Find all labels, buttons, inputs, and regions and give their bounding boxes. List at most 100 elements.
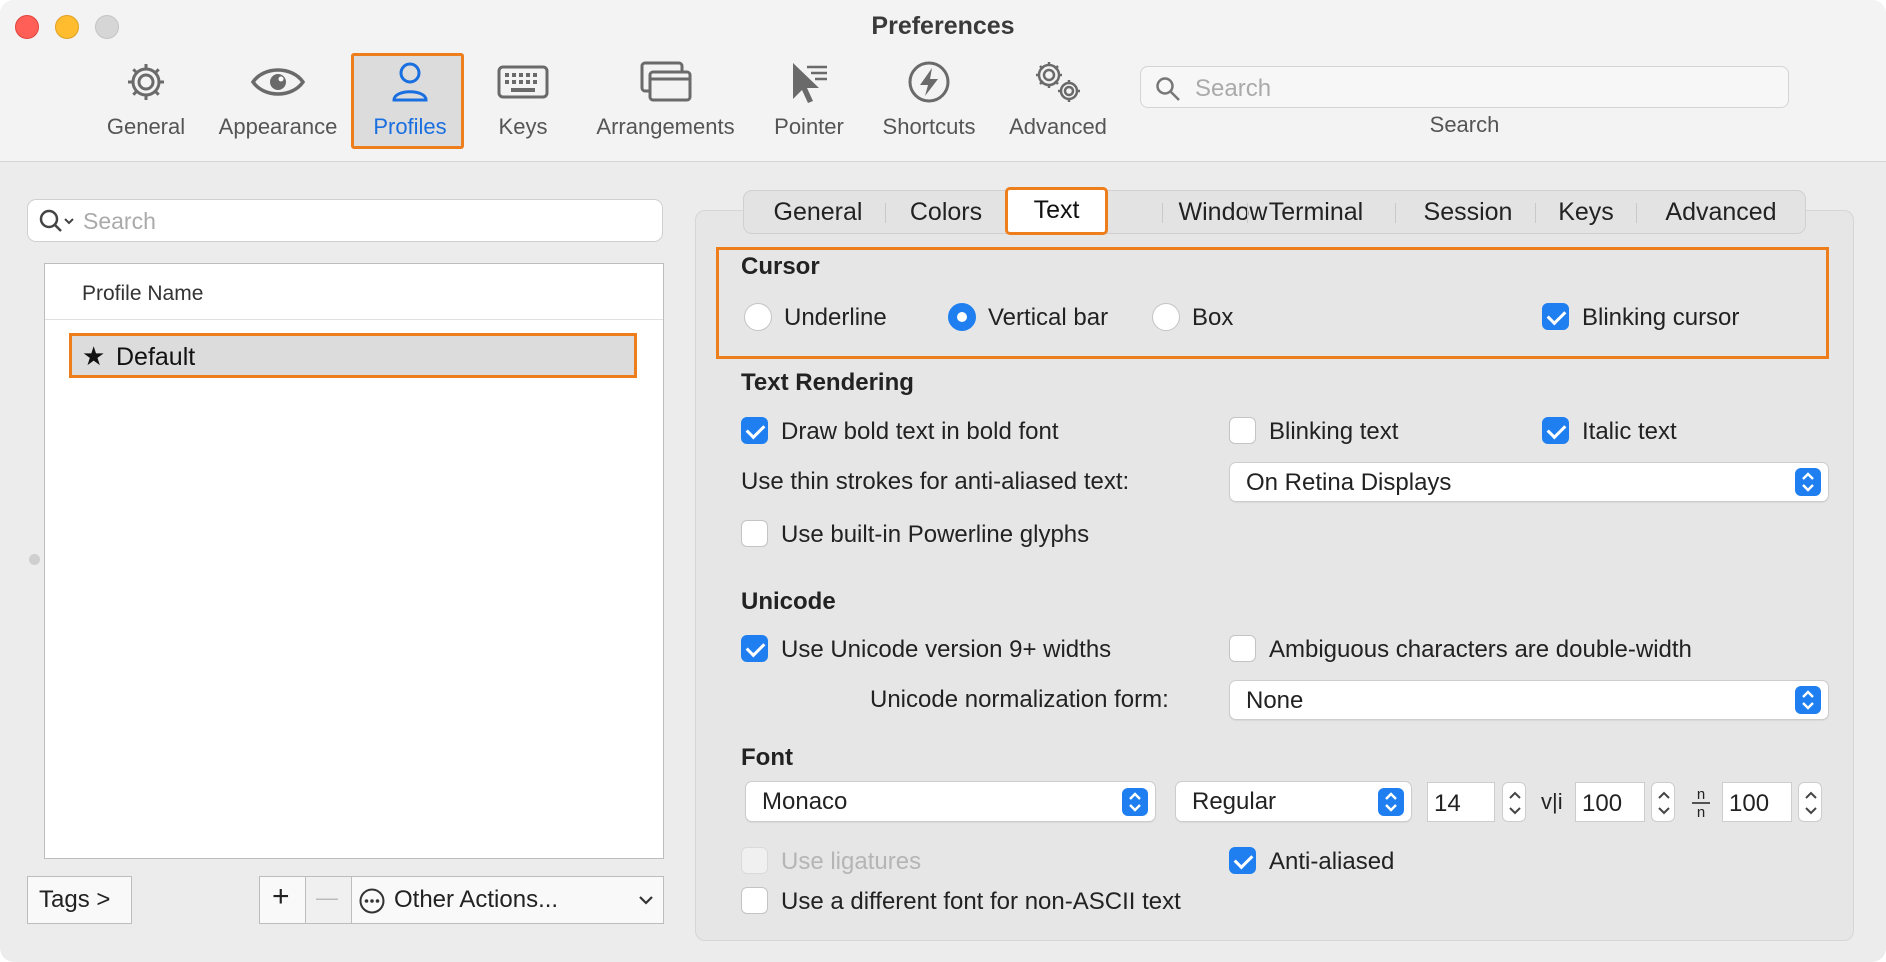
vertical-spacing-icon: v|i [1541,789,1563,814]
thin-strokes-value: On Retina Displays [1246,469,1452,496]
toolbar-advanced-label: Advanced [1009,114,1107,139]
split-view-handle[interactable] [29,554,40,565]
gear-icon [124,56,168,108]
toolbar-advanced[interactable]: Advanced [1004,56,1112,148]
non-ascii-font-checkbox[interactable] [741,887,768,914]
powerline-glyphs-checkbox[interactable] [741,520,768,547]
thin-strokes-label: Use thin strokes for anti-aliased text: [741,468,1130,495]
toolbar-pointer[interactable]: Pointer [764,56,854,148]
person-icon [390,56,430,108]
vertical-spacing-field[interactable]: 100 [1575,782,1645,822]
profile-tab-bar: General Colors Window Terminal Session K… [743,190,1806,234]
eye-icon [250,56,306,108]
vertical-spacing-stepper[interactable] [1651,782,1675,822]
italic-text-checkbox[interactable] [1542,417,1569,444]
cursor-vertical-bar-radio[interactable] [948,303,976,331]
normalization-select[interactable]: None [1229,680,1829,720]
toolbar-appearance-label: Appearance [218,114,338,139]
font-size-field[interactable]: 14 [1427,782,1495,822]
tab-separator [1636,203,1637,223]
horizontal-spacing-icon: nn [1688,786,1714,821]
tab-session[interactable]: Session [1406,195,1530,231]
ligatures-label: Use ligatures [781,848,922,875]
tab-advanced[interactable]: Advanced [1644,195,1798,231]
ambiguous-double-width-checkbox[interactable] [1229,635,1256,662]
unicode-v9-widths-checkbox[interactable] [741,635,768,662]
cursor-section-highlight [716,247,1829,359]
other-actions-label: Other Actions... [394,886,559,913]
powerline-glyphs-label: Use built-in Powerline glyphs [781,521,1090,548]
tags-button[interactable]: Tags > [27,876,132,924]
cursor-underline-label: Underline [784,304,887,331]
horizontal-spacing-value: 100 [1729,790,1770,817]
ligatures-checkbox[interactable] [741,847,768,874]
tab-terminal[interactable]: Terminal [1258,195,1374,231]
pointer-icon [787,56,831,108]
tab-separator [1535,203,1536,223]
blinking-cursor-checkbox[interactable] [1542,303,1569,330]
text-rendering-section-title: Text Rendering [741,369,914,396]
profile-name: Default [116,343,196,371]
keyboard-icon [497,56,549,108]
cursor-underline-radio[interactable] [744,303,772,331]
svg-text:n: n [1697,786,1705,803]
anti-aliased-checkbox[interactable] [1229,847,1256,874]
profile-search-placeholder: Search [83,208,156,234]
horizontal-spacing-stepper[interactable] [1798,782,1822,822]
font-family-value: Monaco [762,788,848,815]
toolbar-pointer-label: Pointer [774,114,844,139]
normalization-value: None [1246,687,1304,714]
window-arrangement-icon [640,56,692,108]
toolbar-general[interactable]: General [101,56,191,148]
toolbar-general-label: General [106,114,186,139]
ellipsis-circle-icon [359,888,385,914]
toolbar-search-field[interactable]: Search [1140,66,1789,108]
window-title: Preferences [871,12,1015,40]
toolbar: Preferences General Appearance Profiles [0,0,1886,162]
other-actions-button[interactable]: Other Actions... [351,876,664,924]
toolbar-keys[interactable]: Keys [477,56,569,148]
thin-strokes-select[interactable]: On Retina Displays [1229,462,1829,502]
cursor-section-title: Cursor [741,253,820,280]
font-family-select[interactable]: Monaco [745,781,1156,822]
search-icon [1156,77,1180,101]
profile-search-input[interactable]: Search [27,199,663,242]
tab-colors[interactable]: Colors [896,195,996,231]
toolbar-arrangements[interactable]: Arrangements [588,56,743,148]
vertical-spacing-value: 100 [1582,790,1623,817]
toolbar-shortcuts[interactable]: Shortcuts [874,56,984,148]
tab-general[interactable]: General [758,195,878,231]
tab-text[interactable]: Text [1005,187,1108,235]
toolbar-appearance[interactable]: Appearance [213,56,343,148]
add-profile-button[interactable]: + [259,876,306,924]
horizontal-spacing-field[interactable]: 100 [1722,782,1792,822]
select-arrows-icon [1795,686,1821,714]
toolbar-profiles[interactable]: Profiles [364,56,456,148]
stepper-arrows-icon [1658,791,1670,815]
font-size-stepper[interactable] [1502,782,1526,822]
toolbar-arrangements-label: Arrangements [596,114,735,139]
bold-font-checkbox[interactable] [741,417,768,444]
blinking-text-checkbox[interactable] [1229,417,1256,444]
select-arrows-icon [1122,788,1148,816]
profile-list: Profile Name ★ Default [44,263,664,859]
stepper-arrows-icon [1509,791,1521,815]
gears-icon [1031,56,1085,108]
stepper-arrows-icon [1805,791,1817,815]
remove-profile-label: — [316,885,338,910]
search-icon [39,209,74,232]
remove-profile-button[interactable]: — [305,876,352,924]
unicode-v9-widths-label: Use Unicode version 9+ widths [781,636,1112,663]
tab-text-label: Text [1033,196,1080,224]
star-icon: ★ [82,341,106,371]
toolbar-search-label: Search [1429,112,1500,137]
profile-row-default[interactable]: ★ Default [69,333,637,378]
tab-keys[interactable]: Keys [1543,195,1629,231]
profile-list-header[interactable]: Profile Name [45,264,663,320]
tags-button-label: Tags > [39,886,111,913]
font-style-select[interactable]: Regular [1175,781,1412,822]
font-style-value: Regular [1192,788,1277,815]
cursor-box-radio[interactable] [1152,303,1180,331]
font-section-title: Font [741,744,793,771]
svg-text:n: n [1697,804,1705,820]
